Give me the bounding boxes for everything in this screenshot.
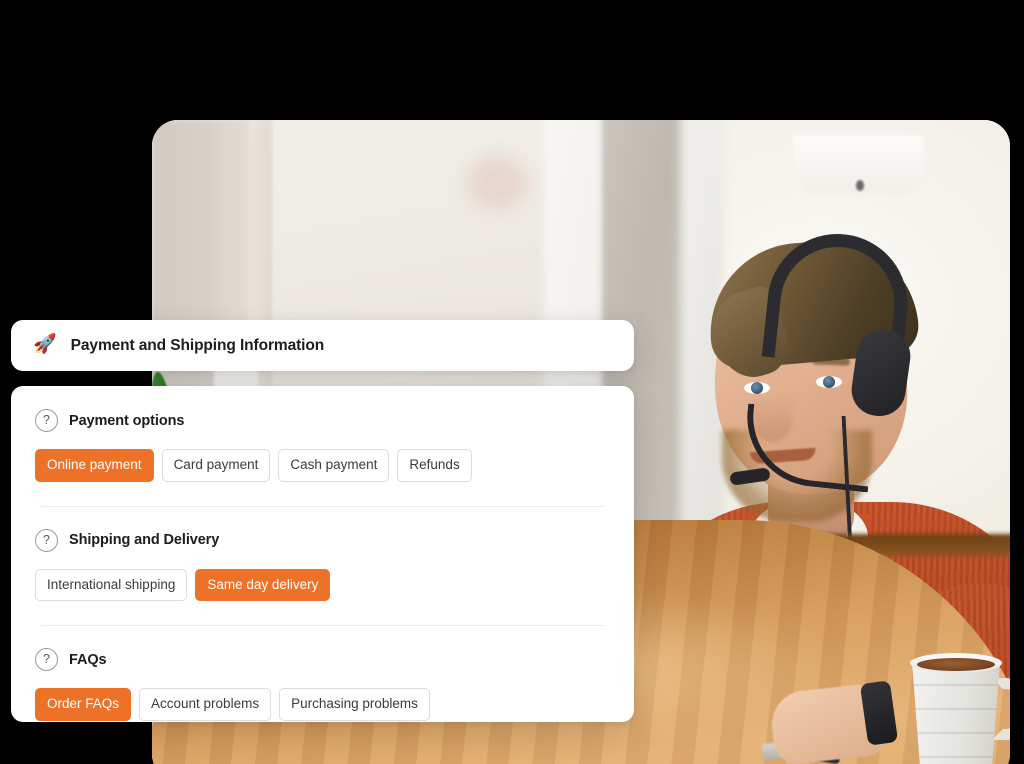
mug-body xyxy=(911,660,1001,764)
chip-card-payment[interactable]: Card payment xyxy=(161,449,271,482)
section-header: ? Shipping and Delivery xyxy=(35,528,610,552)
page-root: 🚀 Payment and Shipping Information ? Pay… xyxy=(0,0,1024,764)
section-payment-options: ? Payment options Online payment Card pa… xyxy=(35,409,610,482)
question-mark-icon: ? xyxy=(35,409,58,432)
question-mark-icon: ? xyxy=(35,528,58,552)
chip-international-shipping[interactable]: International shipping xyxy=(35,568,188,601)
chip-purchasing-problems[interactable]: Purchasing problems xyxy=(279,688,430,721)
section-title: Payment options xyxy=(69,412,185,429)
information-panel-card: ? Payment options Online payment Card pa… xyxy=(11,386,634,722)
section-shipping-and-delivery: ? Shipping and Delivery International sh… xyxy=(35,528,610,601)
section-header: ? Payment options xyxy=(35,409,610,432)
photo-coffee-mug xyxy=(908,653,1010,764)
photo-ac-sensor xyxy=(856,180,864,191)
person-eye xyxy=(816,376,842,388)
chip-group-shipping: International shipping Same day delivery xyxy=(35,568,610,601)
rocket-icon: 🚀 xyxy=(33,334,57,355)
mug-coffee-surface xyxy=(917,658,995,671)
chip-cash-payment[interactable]: Cash payment xyxy=(278,449,390,482)
payment-shipping-header-card: 🚀 Payment and Shipping Information xyxy=(11,320,634,371)
section-divider xyxy=(41,625,604,626)
person-eye xyxy=(744,382,770,394)
section-divider xyxy=(41,505,604,507)
question-mark-icon: ? xyxy=(35,648,58,671)
section-header: ? FAQs xyxy=(35,648,610,671)
section-title: FAQs xyxy=(69,651,107,668)
chip-account-problems[interactable]: Account problems xyxy=(139,688,272,721)
chip-order-faqs[interactable]: Order FAQs xyxy=(35,688,132,721)
section-title: Shipping and Delivery xyxy=(69,532,220,548)
page-title: Payment and Shipping Information xyxy=(70,336,325,354)
chip-refunds[interactable]: Refunds xyxy=(397,449,472,482)
chip-group-payment-options: Online payment Card payment Cash payment… xyxy=(35,449,610,482)
chip-same-day-delivery[interactable]: Same day delivery xyxy=(195,568,331,601)
section-faqs: ? FAQs Order FAQs Account problems Purch… xyxy=(35,648,610,721)
chip-group-faqs: Order FAQs Account problems Purchasing p… xyxy=(35,688,610,721)
chip-online-payment[interactable]: Online payment xyxy=(35,449,154,482)
photo-panel-blush xyxy=(467,155,527,210)
